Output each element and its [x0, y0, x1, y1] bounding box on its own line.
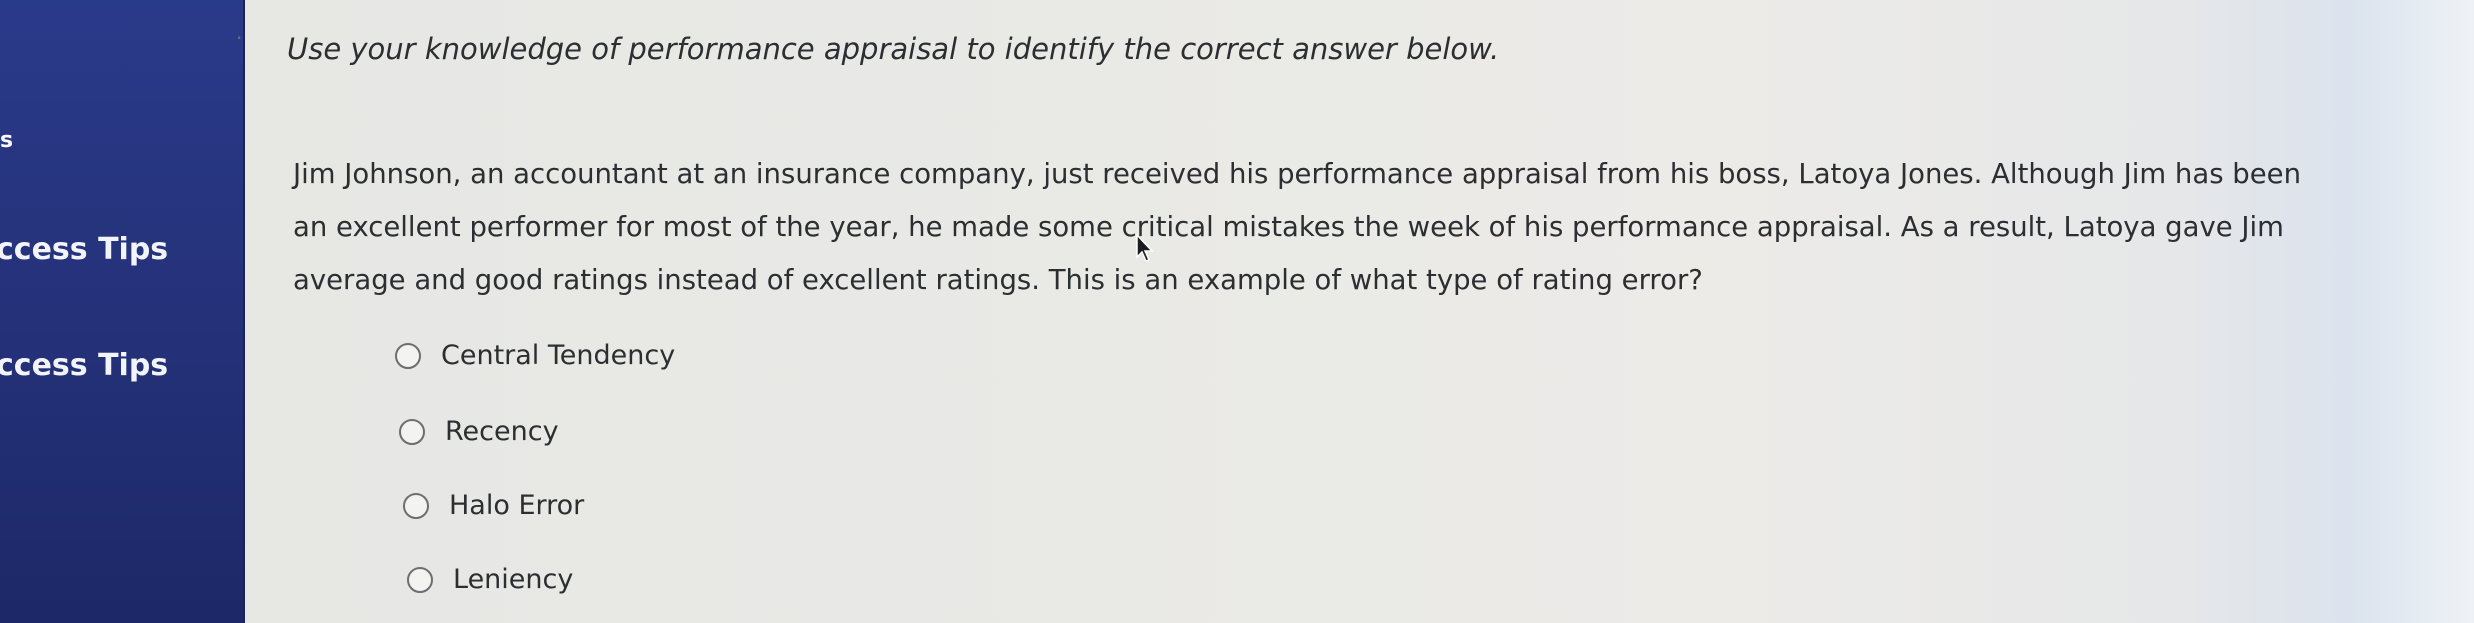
option-leniency[interactable]: Leniency: [407, 564, 573, 595]
option-label: Central Tendency: [441, 340, 676, 371]
sidebar-item-access-tips-1[interactable]: ccess Tips: [0, 232, 168, 267]
option-recency[interactable]: Recency: [399, 416, 559, 447]
sidebar: s ccess Tips ccess Tips: [0, 0, 245, 623]
sidebar-marker: s: [0, 128, 14, 153]
radio-button-icon[interactable]: [399, 418, 425, 445]
radio-button-icon[interactable]: [395, 342, 421, 369]
question-instruction: Use your knowledge of performance apprai…: [287, 32, 1500, 66]
bullet-marker: ·: [236, 26, 243, 50]
radio-button-icon[interactable]: [403, 492, 429, 519]
option-label: Halo Error: [449, 490, 585, 521]
mouse-cursor-icon: [1136, 233, 1154, 262]
option-central-tendency[interactable]: Central Tendency: [395, 340, 675, 371]
sidebar-item-access-tips-2[interactable]: ccess Tips: [0, 348, 168, 383]
option-halo-error[interactable]: Halo Error: [403, 490, 584, 521]
option-label: Recency: [445, 416, 559, 447]
question-prompt: Jim Johnson, an accountant at an insuran…: [293, 158, 2302, 296]
option-label: Leniency: [453, 564, 574, 595]
radio-button-icon[interactable]: [407, 566, 433, 593]
